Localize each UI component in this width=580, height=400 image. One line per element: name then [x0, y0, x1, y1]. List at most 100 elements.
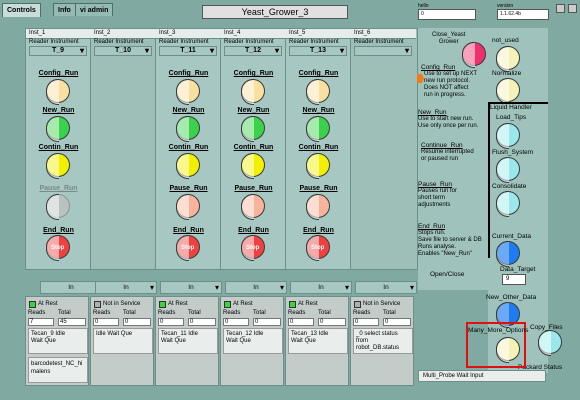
pause-run-button[interactable]	[306, 194, 330, 220]
status-label: At Rest	[233, 301, 253, 307]
new-run-button[interactable]	[306, 116, 330, 142]
reads-value: 0	[223, 318, 249, 326]
instrument-name: Inst_1	[26, 29, 91, 39]
pause-run-button[interactable]	[46, 194, 70, 220]
mode-select-6[interactable]: In	[355, 281, 417, 294]
mode-select-5[interactable]: In	[290, 281, 352, 294]
mode-select-2[interactable]: In	[95, 281, 157, 294]
load-tips-label: Load_Tips	[496, 114, 527, 121]
config-run-label: Config_Run	[233, 70, 274, 77]
reader-label: Reader Instrument	[29, 39, 79, 45]
reads-label: Reads	[158, 310, 176, 316]
contin-run-button[interactable]	[306, 153, 330, 179]
status-card-6: Not in Service Reads Total 0 0 _0 select…	[350, 296, 414, 386]
data-target-field[interactable]: 9	[502, 274, 526, 285]
config-run-button[interactable]	[241, 79, 265, 105]
contin-run-button[interactable]	[176, 153, 200, 179]
status-checkbox[interactable]	[289, 301, 296, 308]
stop-label: Stop	[181, 245, 195, 251]
many-more-options-label: Many_More_Options	[468, 327, 529, 334]
reader-select[interactable]: T_10	[94, 46, 152, 56]
reads-label: Reads	[28, 310, 46, 316]
mode-select-3[interactable]: In	[160, 281, 222, 294]
status-checkbox[interactable]	[224, 301, 231, 308]
status-checkbox[interactable]	[29, 301, 36, 308]
field-b-value[interactable]: 1.1.62.4b	[497, 9, 549, 20]
minimize-icon[interactable]	[556, 4, 566, 13]
load-tips-button[interactable]	[496, 123, 520, 149]
total-label: Total	[318, 310, 331, 316]
new-run-button[interactable]	[46, 116, 70, 142]
total-label: Total	[58, 310, 71, 316]
status-checkbox[interactable]	[354, 301, 361, 308]
total-label: Total	[123, 310, 136, 316]
reader-label: Reader Instrument	[224, 39, 274, 45]
reader-label: Reader Instrument	[159, 39, 209, 45]
new-run-label: New_Run	[302, 107, 335, 114]
new-run-label: New_Run	[172, 107, 205, 114]
config-run-button[interactable]	[176, 79, 200, 105]
total-value: 0	[123, 318, 151, 326]
info-config-title: Config_Run	[421, 64, 456, 71]
status-checkbox[interactable]	[159, 301, 166, 308]
pause-run-button[interactable]	[176, 194, 200, 220]
instrument-name: Inst_2	[91, 29, 156, 39]
instrument-column-1: Inst_1 Reader Instrument T_9 Config_Run …	[26, 29, 91, 269]
config-run-button[interactable]	[46, 79, 70, 105]
info-end-desc: Stops run. Save file to server & DB Runs…	[418, 230, 482, 257]
copy-files-button[interactable]	[538, 330, 562, 356]
status-checkbox[interactable]	[94, 301, 101, 308]
reader-select[interactable]: T_12	[224, 46, 282, 56]
not-used-button[interactable]	[496, 46, 520, 72]
config-run-button[interactable]	[306, 79, 330, 105]
instrument-panel: Inst_1 Reader Instrument T_9 Config_Run …	[25, 28, 418, 270]
close-yeast-grower-button[interactable]	[462, 42, 486, 68]
instrument-name: Inst_3	[156, 29, 221, 39]
consolidate-button[interactable]	[496, 191, 520, 217]
config-run-label: Config_Run	[168, 70, 209, 77]
end-run-label: End_Run	[238, 227, 269, 234]
many-more-options-button[interactable]	[496, 337, 520, 363]
reads-label: Reads	[288, 310, 306, 316]
status-text: Tecan_9 Idle Wait Que	[28, 328, 88, 354]
total-label: Total	[383, 310, 396, 316]
pause-run-label: Pause_Run	[39, 185, 78, 192]
contin-run-label: Contin_Run	[298, 144, 339, 151]
pause-run-label: Pause_Run	[169, 185, 208, 192]
info-pause-title: Pause_Run	[418, 181, 452, 188]
tab-controls[interactable]: Controls	[2, 3, 41, 17]
reader-select[interactable]: T_13	[289, 46, 347, 56]
instructions-panel: Close_Yeast Grower Config_Run Use to set…	[418, 28, 490, 290]
consolidate-label: Consolidate	[492, 183, 527, 190]
mode-select-1[interactable]: In	[40, 281, 102, 294]
flush-system-button[interactable]	[496, 157, 520, 183]
reader-label: Reader Instrument	[354, 39, 404, 45]
reader-select[interactable]: T_11	[159, 46, 217, 56]
contin-run-button[interactable]	[46, 153, 70, 179]
pause-run-button[interactable]	[241, 194, 265, 220]
contin-run-button[interactable]	[241, 153, 265, 179]
reader-select[interactable]	[354, 46, 412, 56]
new-run-button[interactable]	[176, 116, 200, 142]
reads-value: 0	[158, 318, 184, 326]
multi-probe-status: Multi_Probe Wait Input	[418, 370, 546, 382]
current-data-button[interactable]	[496, 241, 520, 267]
status-extra: barcodetest_NC_hi malens	[28, 357, 88, 383]
status-label: At Rest	[38, 301, 58, 307]
tab-vi-admin[interactable]: vi admin	[75, 3, 114, 16]
end-run-label: End_Run	[303, 227, 334, 234]
reader-label: Reader Instrument	[289, 39, 339, 45]
close-icon[interactable]	[568, 4, 577, 13]
mode-select-4[interactable]: In	[225, 281, 287, 294]
contin-run-label: Contin_Run	[233, 144, 274, 151]
reads-value: 0	[353, 318, 379, 326]
field-a-value[interactable]: 0	[418, 9, 476, 20]
total-value: 0	[253, 318, 281, 326]
normalize-button[interactable]	[496, 78, 520, 104]
not-used-label: not_used	[492, 37, 519, 44]
new-run-button[interactable]	[241, 116, 265, 142]
status-card-1: At Rest Reads Total 7 45 Tecan_9 Idle Wa…	[25, 296, 89, 386]
reader-select[interactable]: T_9	[29, 46, 87, 56]
tab-info[interactable]: Info	[53, 3, 76, 16]
instrument-name: Inst_4	[221, 29, 286, 39]
